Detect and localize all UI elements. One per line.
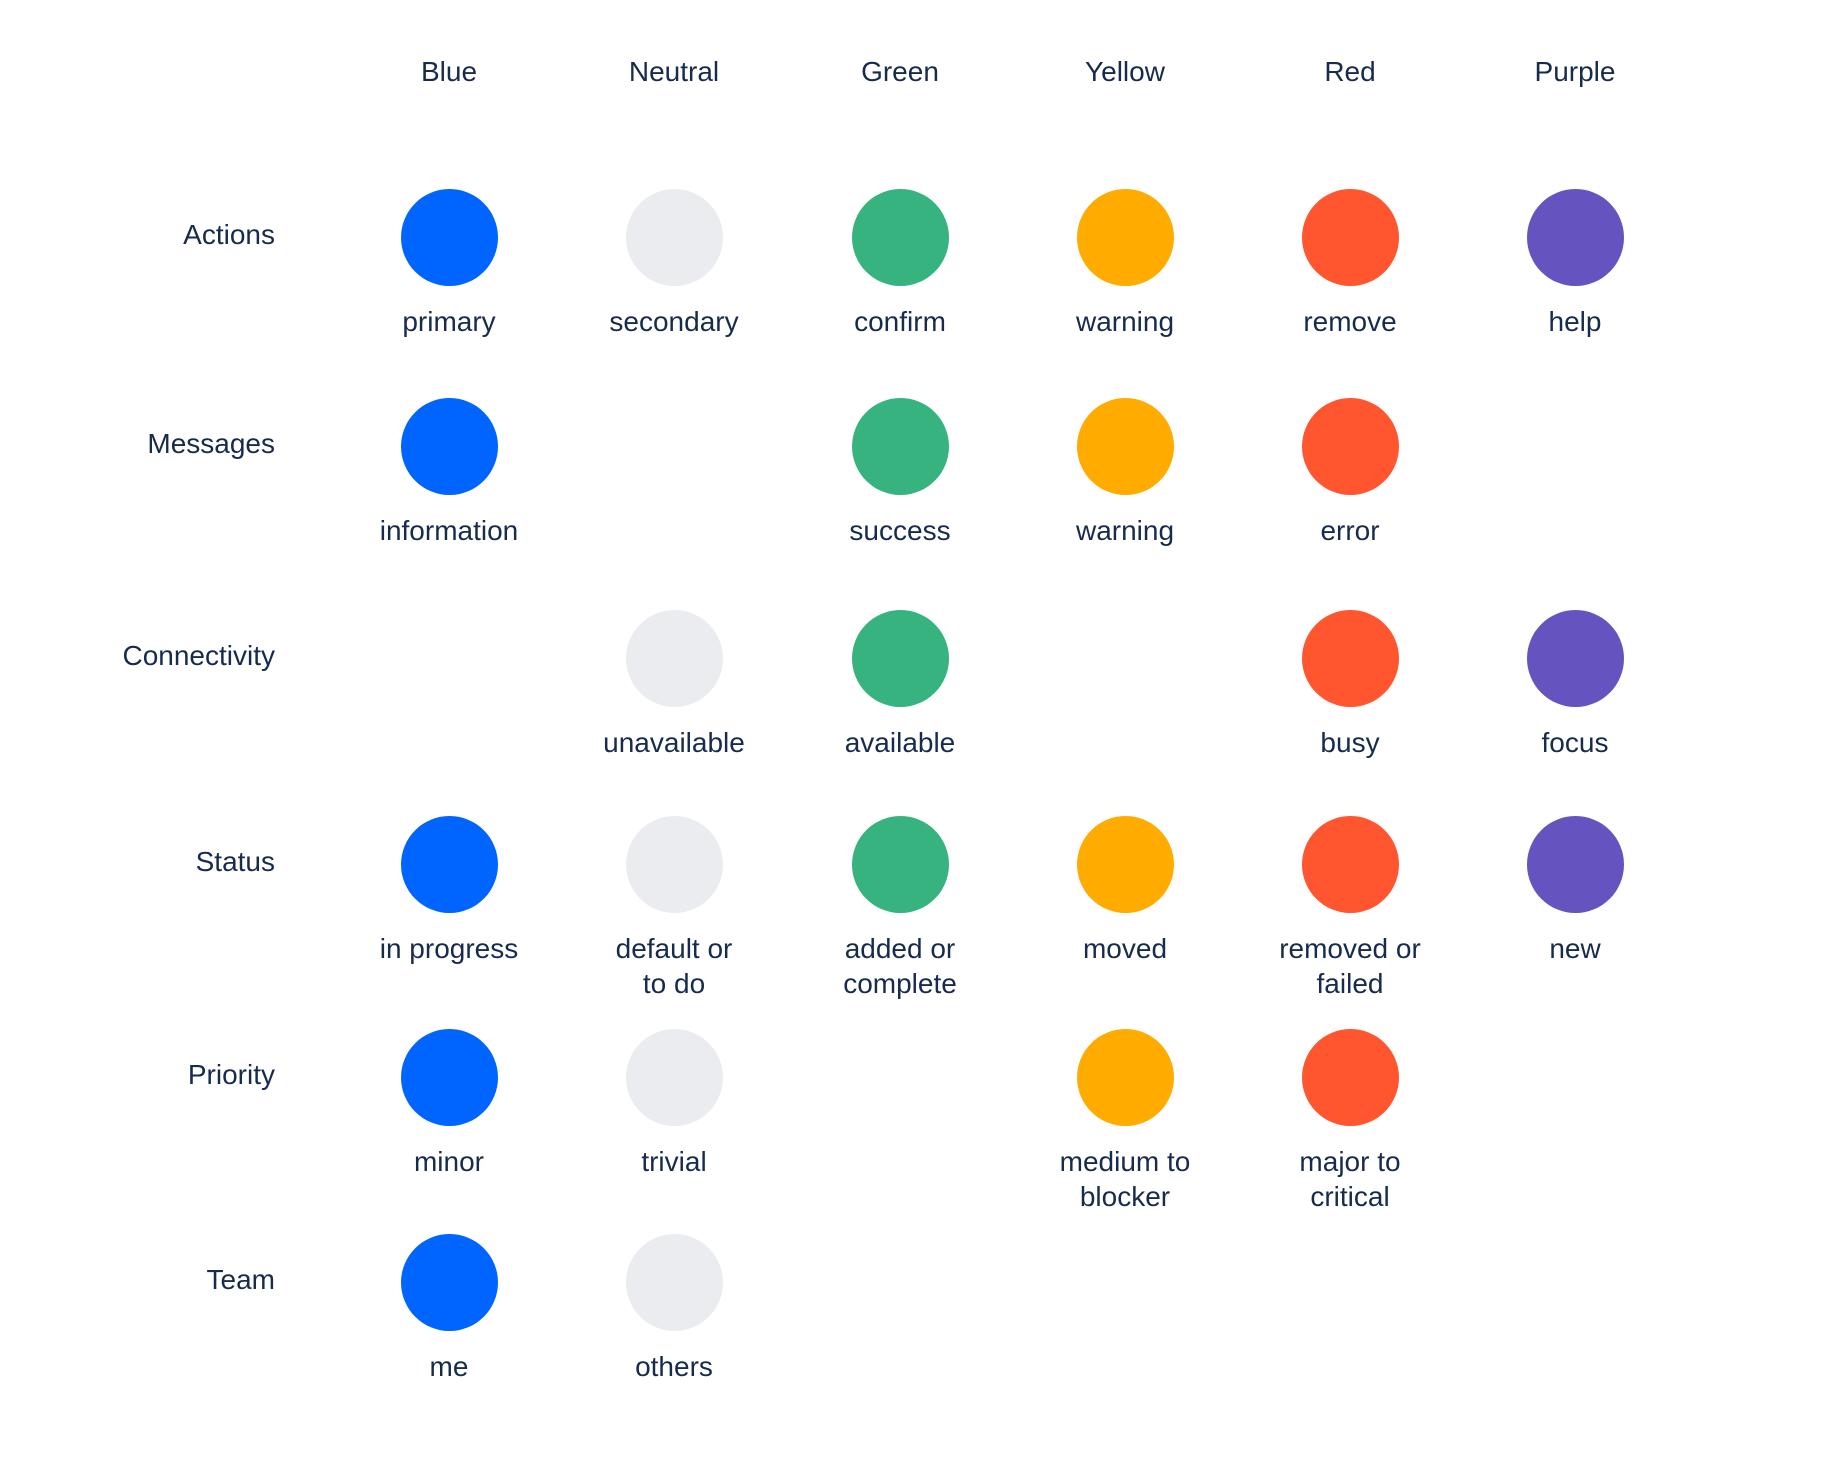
- swatch-label: available: [844, 726, 956, 758]
- green-circle-icon: [851, 397, 949, 495]
- yellow-circle-icon: [1076, 815, 1174, 913]
- swatch-label: others: [635, 1350, 713, 1382]
- swatch-label: minor: [413, 1145, 484, 1177]
- row-label-connectivity: Connectivity: [122, 640, 275, 671]
- neutral-circle-icon: [625, 609, 723, 707]
- blue-circle-icon: [400, 1028, 498, 1126]
- green-circle-icon: [851, 188, 949, 286]
- column-header-yellow: Yellow: [1085, 56, 1165, 87]
- column-header-purple: Purple: [1534, 56, 1616, 87]
- color-swatch-item: major to critical: [1240, 1028, 1460, 1214]
- color-swatch-item: confirm: [790, 188, 1010, 339]
- column-header-neutral: Neutral: [628, 56, 720, 87]
- column-header-green: Green: [861, 56, 939, 87]
- swatch-label: help: [1548, 305, 1602, 337]
- color-swatch-item: warning: [1015, 188, 1235, 339]
- color-swatch-item: focus: [1465, 609, 1685, 760]
- swatch-label: removed or failed: [1279, 932, 1421, 999]
- swatch-label: default or to do: [615, 932, 733, 999]
- swatch-label: major to critical: [1299, 1145, 1401, 1212]
- swatch-label: confirm: [854, 305, 946, 337]
- swatch-label: busy: [1320, 726, 1380, 758]
- color-swatch-item: remove: [1240, 188, 1460, 339]
- color-swatch-item: added or complete: [790, 815, 1010, 1001]
- blue-circle-icon: [400, 188, 498, 286]
- neutral-circle-icon: [625, 1028, 723, 1126]
- color-swatch-item: in progress: [339, 815, 559, 966]
- neutral-circle-icon: [625, 1233, 723, 1331]
- row-label-status: Status: [195, 846, 275, 877]
- color-swatch-item: medium to blocker: [1015, 1028, 1235, 1214]
- color-swatch-item: me: [339, 1233, 559, 1384]
- column-header-blue: Blue: [420, 56, 478, 87]
- swatch-label: focus: [1541, 726, 1609, 758]
- neutral-circle-icon: [625, 188, 723, 286]
- red-circle-icon: [1301, 609, 1399, 707]
- row-label-priority: Priority: [187, 1059, 275, 1090]
- swatch-label: moved: [1082, 932, 1168, 964]
- color-swatch-item: success: [790, 397, 1010, 548]
- color-swatch-item: default or to do: [564, 815, 784, 1001]
- blue-circle-icon: [400, 1233, 498, 1331]
- color-swatch-item: secondary: [564, 188, 784, 339]
- swatch-label: unavailable: [603, 726, 745, 758]
- swatch-label: warning: [1075, 305, 1175, 337]
- color-swatch-item: available: [790, 609, 1010, 760]
- swatch-label: information: [379, 514, 519, 546]
- color-swatch-item: trivial: [564, 1028, 784, 1179]
- column-header-red: Red: [1324, 56, 1376, 87]
- green-circle-icon: [851, 609, 949, 707]
- swatch-label: in progress: [379, 932, 519, 964]
- row-label-messages: Messages: [147, 428, 275, 459]
- purple-circle-icon: [1526, 188, 1624, 286]
- neutral-circle-icon: [625, 815, 723, 913]
- swatch-label: error: [1320, 514, 1380, 546]
- swatch-label: trivial: [641, 1145, 707, 1177]
- color-swatch-item: others: [564, 1233, 784, 1384]
- blue-circle-icon: [400, 397, 498, 495]
- yellow-circle-icon: [1076, 1028, 1174, 1126]
- swatch-label: secondary: [609, 305, 739, 337]
- color-swatch-item: unavailable: [564, 609, 784, 760]
- red-circle-icon: [1301, 397, 1399, 495]
- red-circle-icon: [1301, 1028, 1399, 1126]
- yellow-circle-icon: [1076, 397, 1174, 495]
- red-circle-icon: [1301, 188, 1399, 286]
- swatch-label: medium to blocker: [1059, 1145, 1191, 1212]
- color-swatch-item: busy: [1240, 609, 1460, 760]
- color-swatch-item: help: [1465, 188, 1685, 339]
- swatch-label: primary: [402, 305, 496, 337]
- color-swatch-item: error: [1240, 397, 1460, 548]
- color-swatch-item: information: [339, 397, 559, 548]
- color-swatch-item: moved: [1015, 815, 1235, 966]
- row-label-actions: Actions: [183, 219, 275, 250]
- color-swatch-item: new: [1465, 815, 1685, 966]
- swatch-label: warning: [1075, 514, 1175, 546]
- green-circle-icon: [851, 815, 949, 913]
- red-circle-icon: [1301, 815, 1399, 913]
- swatch-label: me: [429, 1350, 469, 1382]
- purple-circle-icon: [1526, 609, 1624, 707]
- yellow-circle-icon: [1076, 188, 1174, 286]
- purple-circle-icon: [1526, 815, 1624, 913]
- swatch-label: added or complete: [843, 932, 957, 999]
- swatch-label: remove: [1303, 305, 1397, 337]
- swatch-label: new: [1549, 932, 1601, 964]
- color-swatch-item: removed or failed: [1240, 815, 1460, 1001]
- blue-circle-icon: [400, 815, 498, 913]
- color-swatch-item: minor: [339, 1028, 559, 1179]
- row-label-team: Team: [206, 1264, 275, 1295]
- color-swatch-item: primary: [339, 188, 559, 339]
- swatch-label: success: [849, 514, 951, 546]
- color-swatch-item: warning: [1015, 397, 1235, 548]
